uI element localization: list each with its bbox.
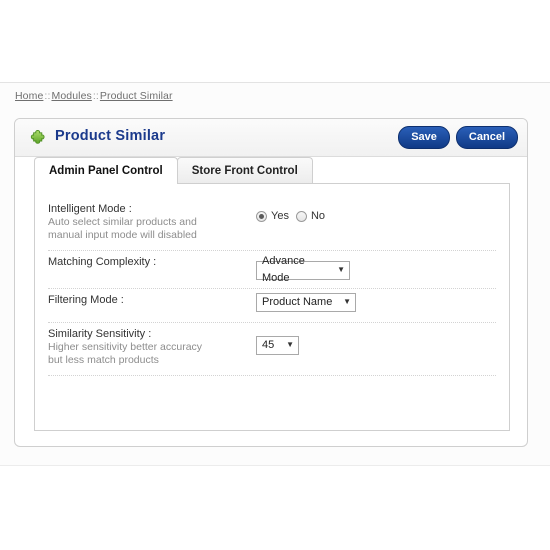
form-field-matching-complexity: Advance Mode ▼ [256,254,496,284]
tab-admin-panel-control[interactable]: Admin Panel Control [34,157,178,184]
radio-option-yes[interactable]: Yes [256,210,289,222]
select-value: Advance Mode [262,255,305,284]
select-matching-complexity[interactable]: Advance Mode ▼ [256,255,350,284]
form-label-filtering-mode: Filtering Mode : [48,292,256,307]
label-text: Filtering Mode : [48,293,124,306]
settings-container: Intelligent Mode : Auto select similar p… [34,183,510,431]
label-sub-line: Higher sensitivity better accuracy [48,340,203,353]
breadcrumb-item-modules[interactable]: Modules [51,90,91,102]
panel-action-buttons: Save Cancel [398,126,518,149]
form-field-intelligent-mode: Yes No [256,201,496,222]
breadcrumb-separator: :: [92,90,99,102]
label-text: Matching Complexity : [48,256,157,268]
radio-no-label: No [310,210,326,222]
form-field-similarity-sensitivity: 45 ▼ [256,326,496,355]
form-label-intelligent-mode: Intelligent Mode : Auto select similar p… [48,201,256,242]
select-similarity-sensitivity[interactable]: 45 ▼ [256,335,299,355]
radio-yes-label: Yes [271,210,289,222]
label-sub-line: Auto select similar products and [48,216,197,228]
form-row-filtering-mode: Filtering Mode : Product Name ▼ [48,289,496,323]
radio-no-input[interactable] [295,210,307,222]
tab-store-front-control[interactable]: Store Front Control [176,157,313,184]
cancel-button[interactable]: Cancel [455,126,518,149]
save-button[interactable]: Save [398,126,450,149]
select-value: 45 [262,338,275,351]
breadcrumb: Home::Modules::Product Similar [15,90,173,102]
module-panel: Product Similar Save Cancel Admin Panel … [14,118,528,447]
radio-yes-input[interactable] [256,210,267,222]
panel-header: Product Similar Save Cancel [15,119,527,157]
form-field-filtering-mode: Product Name ▼ [256,292,496,312]
settings-form: Intelligent Mode : Auto select similar p… [35,184,509,376]
breadcrumb-item-home[interactable]: Home [15,90,43,102]
tab-list: Admin Panel Control Store Front Control [34,157,313,184]
label-sub-line: manual input mode will disabled [48,229,197,241]
breadcrumb-item-product-similar[interactable]: Product Similar [100,90,173,102]
chevron-down-icon: ▼ [337,265,345,274]
page-root: Home::Modules::Product Similar Product S… [0,0,550,550]
label-text: Similarity Sensitivity : [48,327,152,340]
bottom-blank-strip [0,466,550,550]
radio-group-intelligent-mode: Yes No [256,202,496,222]
radio-option-no[interactable]: No [295,210,326,222]
select-filtering-mode[interactable]: Product Name ▼ [256,292,356,312]
chevron-down-icon: ▼ [343,297,351,306]
label-sub-line: but less match products [48,353,159,366]
form-row-similarity-sensitivity: Similarity Sensitivity : Higher sensitiv… [48,323,496,376]
top-blank-strip [0,0,550,82]
form-row-intelligent-mode: Intelligent Mode : Auto select similar p… [48,195,496,251]
form-label-similarity-sensitivity: Similarity Sensitivity : Higher sensitiv… [48,326,256,367]
label-text: Intelligent Mode : [48,203,132,215]
chevron-down-icon: ▼ [286,340,294,349]
puzzle-piece-icon [29,128,47,146]
page-title: Product Similar [55,128,166,144]
form-label-matching-complexity: Matching Complexity : [48,254,256,269]
form-row-matching-complexity: Matching Complexity : Advance Mode ▼ [48,251,496,289]
tabs-bar: Admin Panel Control Store Front Control [15,157,527,184]
select-value: Product Name [262,295,333,308]
